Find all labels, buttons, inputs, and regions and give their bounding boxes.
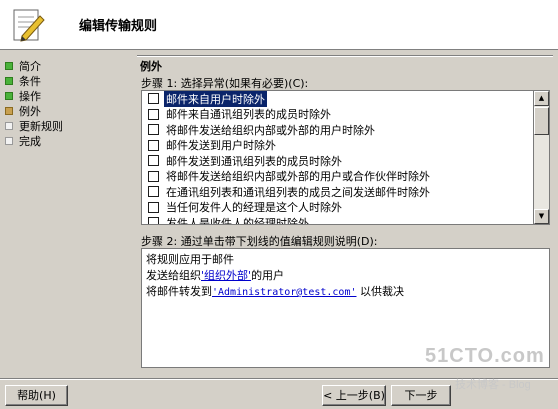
- scroll-up-icon[interactable]: ▲: [534, 91, 549, 106]
- watermark-blog: 技术博客 - Blog: [455, 379, 531, 391]
- exception-checkbox[interactable]: [148, 124, 159, 136]
- nav-item-conditions: 条件: [5, 73, 130, 88]
- list-item[interactable]: 将邮件发送给组织内部或外部的用户或合作伙伴时除外: [142, 169, 533, 185]
- nav-item-update-rule: 更新规则: [5, 118, 130, 133]
- nav-item-actions: 操作: [5, 88, 130, 103]
- exception-checkbox[interactable]: [148, 170, 159, 182]
- page-title: 编辑传输规则: [79, 19, 158, 34]
- step-pending-icon: [5, 136, 13, 145]
- wizard-nav: 简介 条件 操作 例外 更新规则 完成: [5, 58, 130, 148]
- exception-checkbox[interactable]: [148, 217, 159, 224]
- moderator-address-link[interactable]: 'Administrator@test.com': [212, 287, 357, 298]
- step-done-icon: [5, 91, 13, 100]
- description-line: 将规则应用于邮件: [146, 253, 234, 266]
- next-button[interactable]: 下一步: [391, 385, 451, 406]
- wizard-header: 编辑传输规则: [0, 0, 558, 50]
- step1-label: 步骤 1: 选择异常(如果有必要)(C):: [141, 77, 309, 90]
- nav-item-completion: 完成: [5, 133, 130, 148]
- exception-checkbox[interactable]: [148, 186, 159, 198]
- list-item[interactable]: 邮件来自用户时除外: [142, 91, 533, 107]
- watermark-site: 51CTO.com: [425, 345, 545, 367]
- step-current-icon: [5, 106, 13, 115]
- list-item[interactable]: 邮件发送到通讯组列表的成员时除外: [142, 153, 533, 169]
- scroll-down-icon[interactable]: ▼: [534, 209, 549, 224]
- step2-label: 步骤 2: 通过单击带下划线的值编辑规则说明(D):: [141, 235, 378, 248]
- exception-checkbox[interactable]: [148, 201, 159, 213]
- description-line: 发送给组织'组织外部'的用户: [146, 269, 285, 282]
- list-item[interactable]: 邮件来自通讯组列表的成员时除外: [142, 107, 533, 123]
- exceptions-scrollbar[interactable]: ▲ ▼: [534, 90, 550, 225]
- exception-checkbox[interactable]: [148, 155, 159, 167]
- step-done-icon: [5, 61, 13, 70]
- section-divider: [137, 55, 553, 57]
- document-pencil-icon: [13, 9, 45, 42]
- list-item[interactable]: 邮件发送到用户时除外: [142, 138, 533, 154]
- exceptions-list[interactable]: 邮件来自用户时除外 邮件来自通讯组列表的成员时除外 将邮件发送给组织内部或外部的…: [141, 90, 534, 225]
- step-pending-icon: [5, 121, 13, 130]
- exception-checkbox[interactable]: [148, 108, 159, 120]
- exception-checkbox[interactable]: [148, 139, 159, 151]
- scroll-thumb[interactable]: [534, 107, 549, 135]
- list-item[interactable]: 在通讯组列表和通讯组列表的成员之间发送邮件时除外: [142, 184, 533, 200]
- help-button[interactable]: 帮助(H): [5, 385, 68, 406]
- list-item[interactable]: 当任何发件人的经理是这个人时除外: [142, 200, 533, 216]
- list-item[interactable]: 发件人是收件人的经理时除外: [142, 215, 533, 224]
- description-line: 将邮件转发到'Administrator@test.com' 以供裁决: [146, 285, 404, 298]
- nav-item-exceptions: 例外: [5, 103, 130, 118]
- back-button[interactable]: < 上一步(B): [322, 385, 386, 406]
- section-title: 例外: [140, 60, 162, 73]
- scope-value-link[interactable]: '组织外部': [201, 269, 251, 282]
- exception-checkbox[interactable]: [148, 93, 159, 105]
- step-done-icon: [5, 76, 13, 85]
- nav-item-intro: 简介: [5, 58, 130, 73]
- list-item[interactable]: 将邮件发送给组织内部或外部的用户时除外: [142, 122, 533, 138]
